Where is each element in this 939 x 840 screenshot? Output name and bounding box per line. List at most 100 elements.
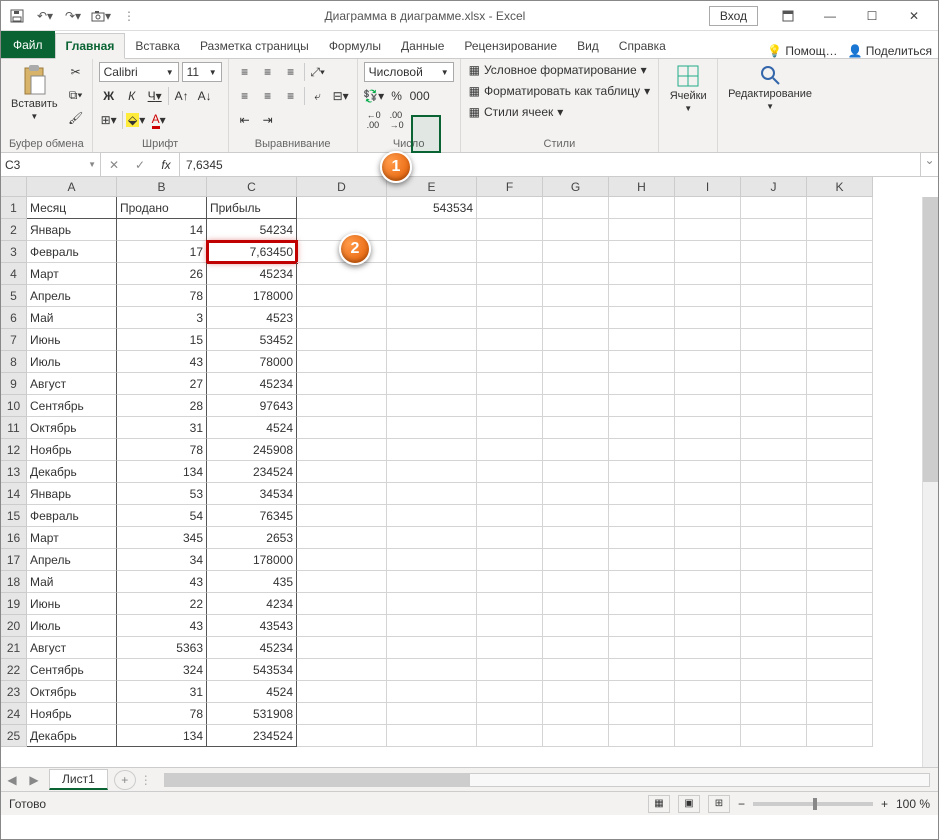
fill-color-icon[interactable]: ⬙▾ [126,110,146,130]
cell[interactable] [297,703,387,725]
sheet-nav-next-icon[interactable]: ▶ [23,773,45,787]
cell[interactable]: 45234 [207,637,297,659]
cell[interactable] [543,615,609,637]
align-right-icon[interactable]: ≡ [281,86,301,106]
formula-input[interactable]: 7,6345 [180,153,920,176]
cell[interactable] [297,483,387,505]
col-header[interactable]: A [27,177,117,197]
cell[interactable] [675,439,741,461]
col-header[interactable]: B [117,177,207,197]
cell[interactable] [387,725,477,747]
comma-format-icon[interactable]: 000 [410,86,430,106]
cell[interactable] [741,197,807,219]
cell[interactable] [807,263,873,285]
cell[interactable]: Май [27,307,117,329]
cell[interactable] [543,241,609,263]
cell[interactable] [807,373,873,395]
row-header[interactable]: 4 [1,263,27,285]
tab-help[interactable]: Справка [609,34,676,58]
cell[interactable] [807,439,873,461]
cell[interactable] [609,659,675,681]
cell[interactable] [741,615,807,637]
cell[interactable] [675,329,741,351]
tab-review[interactable]: Рецензирование [454,34,567,58]
redo-icon[interactable]: ↷▾ [61,4,85,28]
cell[interactable] [741,439,807,461]
cell[interactable] [387,637,477,659]
cell[interactable]: Апрель [27,285,117,307]
cell[interactable] [543,417,609,439]
cancel-fx-icon[interactable]: ✕ [101,158,127,172]
cell[interactable] [609,395,675,417]
cell[interactable] [609,263,675,285]
cell[interactable]: 31 [117,681,207,703]
cell[interactable] [675,373,741,395]
col-header[interactable]: F [477,177,543,197]
cell[interactable]: 22 [117,593,207,615]
select-all[interactable] [1,177,27,197]
tab-data[interactable]: Данные [391,34,454,58]
view-pagebreak-icon[interactable]: ⊞ [708,795,730,813]
cell[interactable]: 134 [117,725,207,747]
tab-layout[interactable]: Разметка страницы [190,34,319,58]
cell[interactable]: Февраль [27,505,117,527]
cell[interactable] [543,637,609,659]
cell[interactable] [477,219,543,241]
col-header[interactable]: K [807,177,873,197]
cell[interactable] [741,395,807,417]
cell[interactable]: 543534 [207,659,297,681]
font-size-select[interactable]: 11▼ [182,62,222,82]
cell[interactable]: Август [27,373,117,395]
cell[interactable]: 43 [117,615,207,637]
cell[interactable] [675,637,741,659]
cell[interactable] [807,307,873,329]
format-as-table-button[interactable]: ▦Форматировать как таблицу▾ [467,83,653,99]
cell[interactable] [543,307,609,329]
row-header[interactable]: 2 [1,219,27,241]
cell[interactable]: Декабрь [27,461,117,483]
underline-button[interactable]: Ч▾ [145,86,165,106]
col-header[interactable]: D [297,177,387,197]
cell[interactable] [477,395,543,417]
cell[interactable] [387,285,477,307]
cell[interactable]: Июнь [27,593,117,615]
cell[interactable] [741,351,807,373]
cell[interactable] [741,263,807,285]
cell[interactable] [543,725,609,747]
cell[interactable] [675,219,741,241]
enter-fx-icon[interactable]: ✓ [127,158,153,172]
cell[interactable] [297,351,387,373]
cell[interactable]: 435 [207,571,297,593]
cell[interactable]: 15 [117,329,207,351]
cell[interactable]: Июнь [27,329,117,351]
font-color-icon[interactable]: A▾ [149,110,169,130]
col-header[interactable]: J [741,177,807,197]
cell[interactable] [543,373,609,395]
cell[interactable] [609,307,675,329]
row-header[interactable]: 21 [1,637,27,659]
cell[interactable] [387,373,477,395]
cell[interactable] [675,417,741,439]
cell[interactable] [675,395,741,417]
cell[interactable]: Март [27,527,117,549]
cell[interactable] [477,549,543,571]
cell[interactable] [807,241,873,263]
cell[interactable] [477,373,543,395]
cell[interactable] [477,461,543,483]
cell[interactable] [477,725,543,747]
tab-view[interactable]: Вид [567,34,609,58]
cell[interactable] [609,197,675,219]
cell[interactable] [297,439,387,461]
cell[interactable]: 324 [117,659,207,681]
col-header[interactable]: G [543,177,609,197]
row-header[interactable]: 24 [1,703,27,725]
cell[interactable]: 53 [117,483,207,505]
cell[interactable]: 97643 [207,395,297,417]
cell[interactable]: 234524 [207,461,297,483]
zoom-in-icon[interactable]: + [881,797,888,811]
cell[interactable] [387,681,477,703]
cell[interactable] [387,703,477,725]
align-middle-icon[interactable]: ≡ [258,62,278,82]
cell[interactable] [387,329,477,351]
cell[interactable]: 34534 [207,483,297,505]
